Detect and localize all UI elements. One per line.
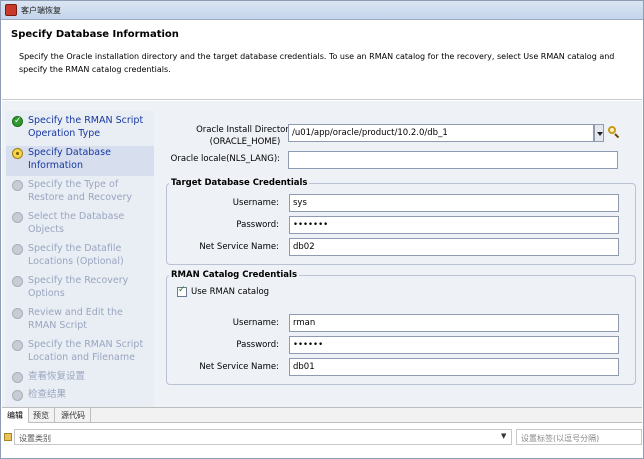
title-bar[interactable]: 客户端恢复 xyxy=(1,1,643,20)
step-label: 检查结果 xyxy=(28,389,67,400)
window-title: 客户端恢复 xyxy=(21,6,61,15)
step-label: Review and Edit the RMAN Script xyxy=(28,307,123,331)
chevron-down-icon[interactable]: ▼ xyxy=(501,432,506,440)
catalog-password-label: Password: xyxy=(236,340,279,350)
step-pending-icon xyxy=(12,180,23,191)
step-pending-icon xyxy=(12,390,23,401)
step-label: 查看恢复设置 xyxy=(28,371,86,382)
category-select[interactable]: 设置类别 xyxy=(14,429,512,445)
oracle-home-combobox[interactable]: /u01/app/oracle/product/10.2.0/db_1 xyxy=(288,124,594,142)
step-pending-icon xyxy=(12,340,23,351)
target-password-label: Password: xyxy=(236,220,279,230)
step-label: Specify Database Information xyxy=(28,147,111,171)
step-label: Select the Database Objects xyxy=(28,211,125,235)
step-label: Specify the Recovery Options xyxy=(28,275,129,299)
step-item-database-info[interactable]: Specify Database Information xyxy=(6,146,154,176)
page-title: Specify Database Information xyxy=(11,29,179,40)
use-rman-catalog-label[interactable]: Use RMAN catalog xyxy=(191,287,269,297)
step-item-datafile-locations[interactable]: Specify the Datafile Locations (Optional… xyxy=(6,242,154,272)
tab-edit[interactable]: 编辑 xyxy=(2,408,29,423)
target-service-label: Net Service Name: xyxy=(199,242,279,252)
target-group-title: Target Database Credentials xyxy=(169,178,310,188)
nls-lang-label: Oracle locale(NLS_LANG): xyxy=(170,154,280,164)
folder-icon xyxy=(4,433,12,441)
oracle-home-label-line2: (ORACLE_HOME) xyxy=(209,137,281,147)
step-pending-icon xyxy=(12,276,23,287)
catalog-group-title: RMAN Catalog Credentials xyxy=(169,270,300,280)
catalog-username-input[interactable]: rman xyxy=(289,314,619,332)
app-icon xyxy=(5,4,17,16)
step-item-database-objects[interactable]: Select the Database Objects xyxy=(6,210,154,240)
tab-preview[interactable]: 预览 xyxy=(28,408,55,423)
tags-input[interactable]: 设置标签(以逗号分隔) xyxy=(516,429,642,445)
use-rman-catalog-checkbox[interactable] xyxy=(177,285,187,297)
status-bar: 设置类别 ▼ 设置标签(以逗号分隔) xyxy=(2,429,642,447)
catalog-username-label: Username: xyxy=(232,318,279,328)
catalog-service-input[interactable]: db01 xyxy=(289,358,619,376)
handle-shape xyxy=(614,133,620,139)
step-pending-icon xyxy=(12,244,23,255)
target-service-input[interactable]: db02 xyxy=(289,238,619,256)
rman-catalog-group: RMAN Catalog Credentials Use RMAN catalo… xyxy=(166,270,636,385)
step-label: Specify the RMAN Script Operation Type xyxy=(28,115,144,139)
wizard-steps-sidebar: Specify the RMAN Script Operation Type S… xyxy=(6,111,154,407)
step-item-recovery-options[interactable]: Specify the Recovery Options xyxy=(6,274,154,304)
browse-search-icon[interactable] xyxy=(608,126,620,139)
oracle-home-label: Oracle Install Directory (ORACLE_HOME) xyxy=(190,124,300,148)
oracle-home-label-line1: Oracle Install Directory xyxy=(196,125,294,135)
step-current-icon xyxy=(12,148,23,159)
oracle-home-dropdown-button[interactable] xyxy=(594,124,604,142)
catalog-service-label: Net Service Name: xyxy=(199,362,279,372)
step-pending-icon xyxy=(12,212,23,223)
step-item-view-settings[interactable]: 查看恢复设置 xyxy=(6,370,154,386)
nls-lang-input[interactable] xyxy=(288,151,618,169)
step-pending-icon xyxy=(12,308,23,319)
step-pending-icon xyxy=(12,372,23,383)
step-item-script-location[interactable]: Specify the RMAN Script Location and Fil… xyxy=(6,338,154,368)
step-item-review-script[interactable]: Review and Edit the RMAN Script xyxy=(6,306,154,336)
step-label: Specify the RMAN Script Location and Fil… xyxy=(28,339,144,363)
step-label: Specify the Datafile Locations (Optional… xyxy=(28,243,124,267)
step-item-restore-type[interactable]: Specify the Type of Restore and Recovery xyxy=(6,178,154,208)
target-credentials-group: Target Database Credentials Username: sy… xyxy=(166,178,636,265)
step-label: Specify the Type of Restore and Recovery xyxy=(28,179,133,203)
catalog-password-input[interactable]: •••••• xyxy=(289,336,619,354)
database-info-form: Oracle Install Directory (ORACLE_HOME) /… xyxy=(158,111,642,407)
wizard-header: Specify Database Information Specify the… xyxy=(2,20,642,100)
target-username-label: Username: xyxy=(232,198,279,208)
step-item-operation-type[interactable]: Specify the RMAN Script Operation Type xyxy=(6,114,154,144)
wizard-body: Specify the RMAN Script Operation Type S… xyxy=(2,101,642,407)
tab-source[interactable]: 源代码 xyxy=(56,408,91,423)
step-item-check-results[interactable]: 检查结果 xyxy=(6,388,154,404)
window: 客户端恢复 Specify Database Information Speci… xyxy=(0,0,644,459)
editor-tabs: 编辑 预览 源代码 xyxy=(2,407,642,423)
target-username-input[interactable]: sys xyxy=(289,194,619,212)
target-password-input[interactable]: ••••••• xyxy=(289,216,619,234)
page-description: Specify the Oracle installation director… xyxy=(19,52,615,74)
step-complete-icon xyxy=(12,115,23,128)
